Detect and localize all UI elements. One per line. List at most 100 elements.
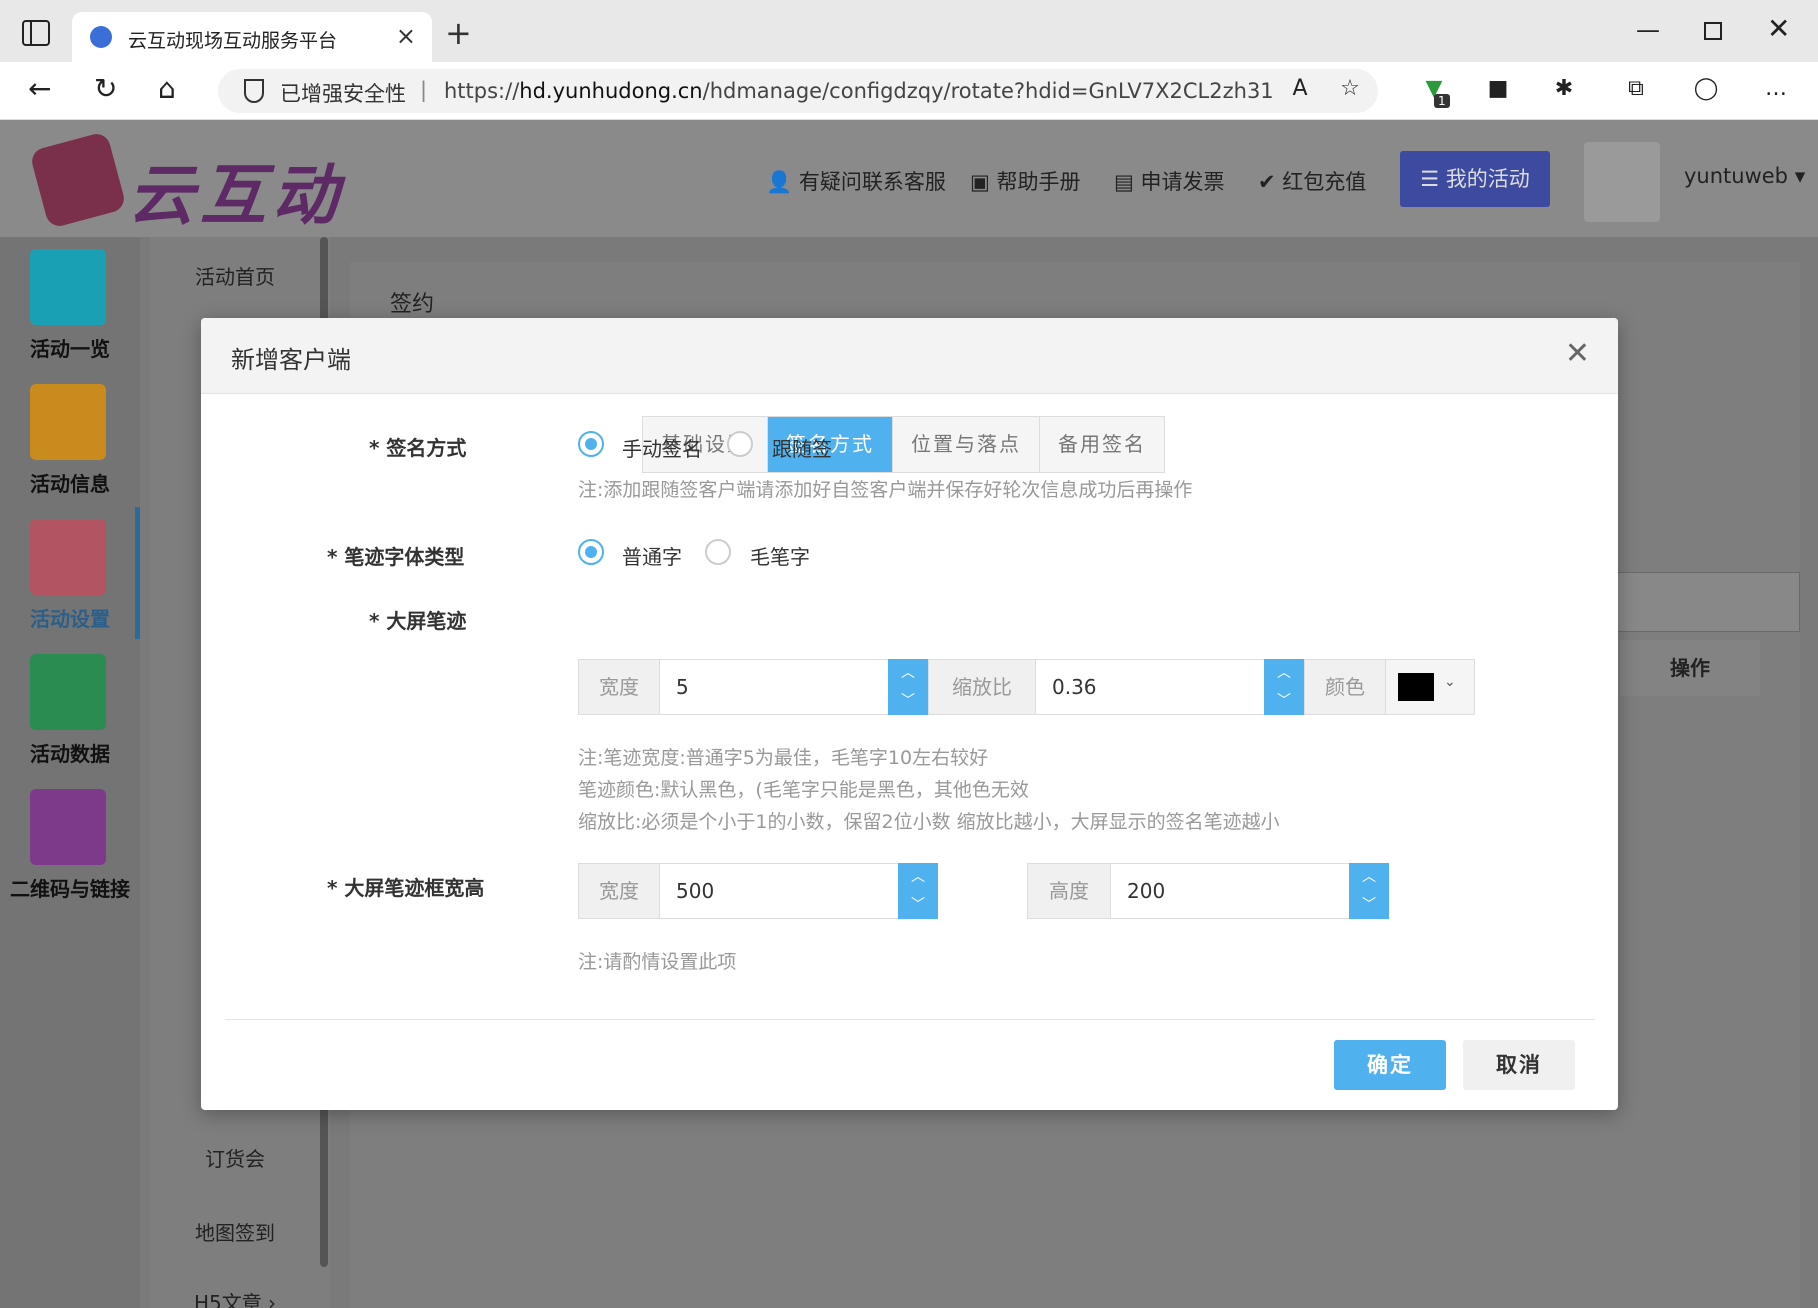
- radio-follow-sign[interactable]: [727, 431, 753, 457]
- avatar[interactable]: [1584, 142, 1660, 222]
- maximize-icon[interactable]: [1704, 22, 1722, 40]
- nav-item-activity-info[interactable]: 活动信息: [0, 372, 140, 504]
- logo-phone-icon: [29, 131, 127, 229]
- table-op-header: 操作: [1620, 640, 1760, 696]
- radio-brush-font[interactable]: [705, 539, 731, 565]
- radio-label[interactable]: 普通字: [622, 541, 682, 570]
- address-bar: ← ↻ ⌂ 已增强安全性 | https://hd.yunhudong.cn/h…: [0, 62, 1818, 120]
- gear-icon: [30, 519, 106, 595]
- frame-size-label: * 大屏笔迹框宽高: [327, 876, 485, 900]
- nav-label: 二维码与链接: [10, 877, 130, 901]
- tab-position[interactable]: 位置与落点: [893, 417, 1040, 472]
- username-dropdown[interactable]: yuntuweb ▾: [1684, 164, 1805, 188]
- subnav-item[interactable]: 活动首页: [150, 261, 320, 290]
- scale-input[interactable]: 0.36: [1035, 659, 1265, 715]
- document-icon: [30, 384, 106, 460]
- extension-icon[interactable]: ■: [1484, 76, 1512, 104]
- radio-normal-font[interactable]: [578, 539, 604, 565]
- close-icon[interactable]: ✕: [1565, 336, 1590, 371]
- logo-text: 云互动: [128, 157, 344, 234]
- recharge-link[interactable]: ✔ 红包充值: [1258, 166, 1366, 196]
- modal-divider: [225, 1019, 1595, 1020]
- shield-icon[interactable]: [244, 79, 264, 103]
- width-addon: 宽度: [578, 659, 660, 715]
- scale-addon: 缩放比: [928, 659, 1036, 715]
- extension-badge: 1: [1434, 94, 1450, 108]
- puzzle-icon[interactable]: ✱: [1550, 76, 1578, 104]
- url-text[interactable]: https://hd.yunhudong.cn/hdmanage/configd…: [444, 79, 1274, 103]
- grid-icon: [30, 249, 106, 325]
- browser-tab[interactable]: 云互动现场互动服务平台 ×: [72, 12, 432, 62]
- sign-mode-label: * 签名方式: [369, 436, 467, 460]
- radio-manual-sign[interactable]: [578, 431, 604, 457]
- modal-header: 新增客户端 ✕: [201, 318, 1618, 394]
- window-close-icon[interactable]: ✕: [1767, 12, 1790, 45]
- confirm-button[interactable]: 确定: [1334, 1040, 1446, 1090]
- stroke-width-stepper[interactable]: ︿ ﹀: [888, 659, 928, 715]
- new-tab-icon[interactable]: +: [445, 14, 472, 52]
- stroke-width-input[interactable]: 5: [659, 659, 889, 715]
- frame-height-stepper[interactable]: ︿ ﹀: [1349, 863, 1389, 919]
- frame-height-addon: 高度: [1027, 863, 1111, 919]
- color-swatch: [1398, 673, 1434, 701]
- nav-item-qrcode[interactable]: 二维码与链接: [0, 777, 140, 909]
- add-client-modal: 新增客户端 ✕ 基础设置 签名方式 位置与落点 备用签名 * 签名方式 手动签名…: [201, 318, 1618, 1110]
- my-activity-button[interactable]: ☰ 我的活动: [1400, 151, 1550, 207]
- frame-width-addon: 宽度: [578, 863, 660, 919]
- tab-close-icon[interactable]: ×: [396, 22, 416, 50]
- sign-mode-note: 注:添加跟随签客户端请添加好自签客户端并保存好轮次信息成功后再操作: [578, 479, 1193, 501]
- nav-label: 活动信息: [30, 472, 110, 496]
- stroke-notes: 注:笔迹宽度:普通字5为最佳，毛笔字10左右较好 笔迹颜色:默认黑色，(毛笔字只…: [578, 742, 1280, 838]
- left-nav: 活动一览 活动信息 活动设置 活动数据 二维码与链接: [0, 237, 140, 1308]
- nav-item-activity-list[interactable]: 活动一览: [0, 237, 140, 369]
- modal-title: 新增客户端: [231, 346, 351, 374]
- radio-label[interactable]: 毛笔字: [750, 541, 810, 570]
- home-icon[interactable]: ⌂: [158, 72, 176, 105]
- database-icon: [30, 654, 106, 730]
- nav-label: 活动一览: [30, 337, 110, 361]
- frame-width-stepper[interactable]: ︿ ﹀: [898, 863, 938, 919]
- back-icon[interactable]: ←: [28, 72, 51, 105]
- scale-stepper[interactable]: ︿ ﹀: [1264, 659, 1304, 715]
- url-separator: |: [420, 78, 428, 102]
- collections-icon[interactable]: ⧉: [1622, 76, 1650, 104]
- stroke-label: * 大屏笔迹: [369, 609, 467, 633]
- support-link[interactable]: 👤 有疑问联系客服: [766, 166, 946, 196]
- stroke-note: 注:笔迹宽度:普通字5为最佳，毛笔字10左右较好: [578, 747, 989, 769]
- cancel-button[interactable]: 取消: [1463, 1040, 1575, 1090]
- chevron-down-icon: ⌄: [1444, 674, 1456, 690]
- color-addon: 颜色: [1304, 659, 1386, 715]
- subnav-item[interactable]: H5文章 ›: [150, 1287, 320, 1308]
- favicon-icon: [90, 26, 112, 48]
- color-picker[interactable]: ⌄: [1385, 659, 1475, 715]
- tab-title: 云互动现场互动服务平台: [128, 30, 338, 52]
- nav-label: 活动数据: [30, 742, 110, 766]
- nav-label: 活动设置: [30, 607, 110, 631]
- stroke-note: 缩放比:必须是个小于1的小数，保留2位小数 缩放比越小，大屏显示的签名笔迹越小: [578, 811, 1280, 833]
- tab-backup-sign[interactable]: 备用签名: [1040, 417, 1164, 472]
- tab-actions-icon[interactable]: [22, 20, 50, 46]
- refresh-icon[interactable]: ↻: [94, 72, 117, 105]
- invoice-link[interactable]: ▤ 申请发票: [1114, 166, 1225, 196]
- nav-active-indicator: [135, 507, 140, 639]
- manual-link[interactable]: ▣ 帮助手册: [970, 166, 1081, 196]
- more-icon[interactable]: …: [1762, 76, 1790, 104]
- read-aloud-icon[interactable]: A: [1286, 76, 1314, 104]
- url-box[interactable]: 已增强安全性 | https://hd.yunhudong.cn/hdmanag…: [218, 69, 1378, 113]
- nav-item-activity-data[interactable]: 活动数据: [0, 642, 140, 774]
- nav-item-activity-settings[interactable]: 活动设置: [0, 507, 140, 639]
- profile-icon[interactable]: ◯: [1692, 76, 1720, 104]
- subnav-item[interactable]: 地图签到: [150, 1217, 320, 1246]
- table-toolbar[interactable]: [1600, 572, 1800, 632]
- security-label[interactable]: 已增强安全性: [280, 78, 406, 108]
- browser-tabbar: 云互动现场互动服务平台 × + — ✕: [0, 0, 1818, 62]
- stroke-note: 笔迹颜色:默认黑色，(毛笔字只能是黑色，其他色无效: [578, 779, 1029, 801]
- subnav-item[interactable]: 订货会: [150, 1143, 320, 1172]
- frame-width-input[interactable]: 500: [659, 863, 899, 919]
- radio-label[interactable]: 手动签名: [622, 433, 702, 462]
- frame-height-input[interactable]: 200: [1110, 863, 1350, 919]
- favorite-add-icon[interactable]: ☆: [1336, 76, 1364, 104]
- minimize-icon[interactable]: —: [1636, 16, 1660, 44]
- frame-size-note: 注:请酌情设置此项: [578, 951, 737, 973]
- radio-label[interactable]: 跟随签: [772, 433, 832, 462]
